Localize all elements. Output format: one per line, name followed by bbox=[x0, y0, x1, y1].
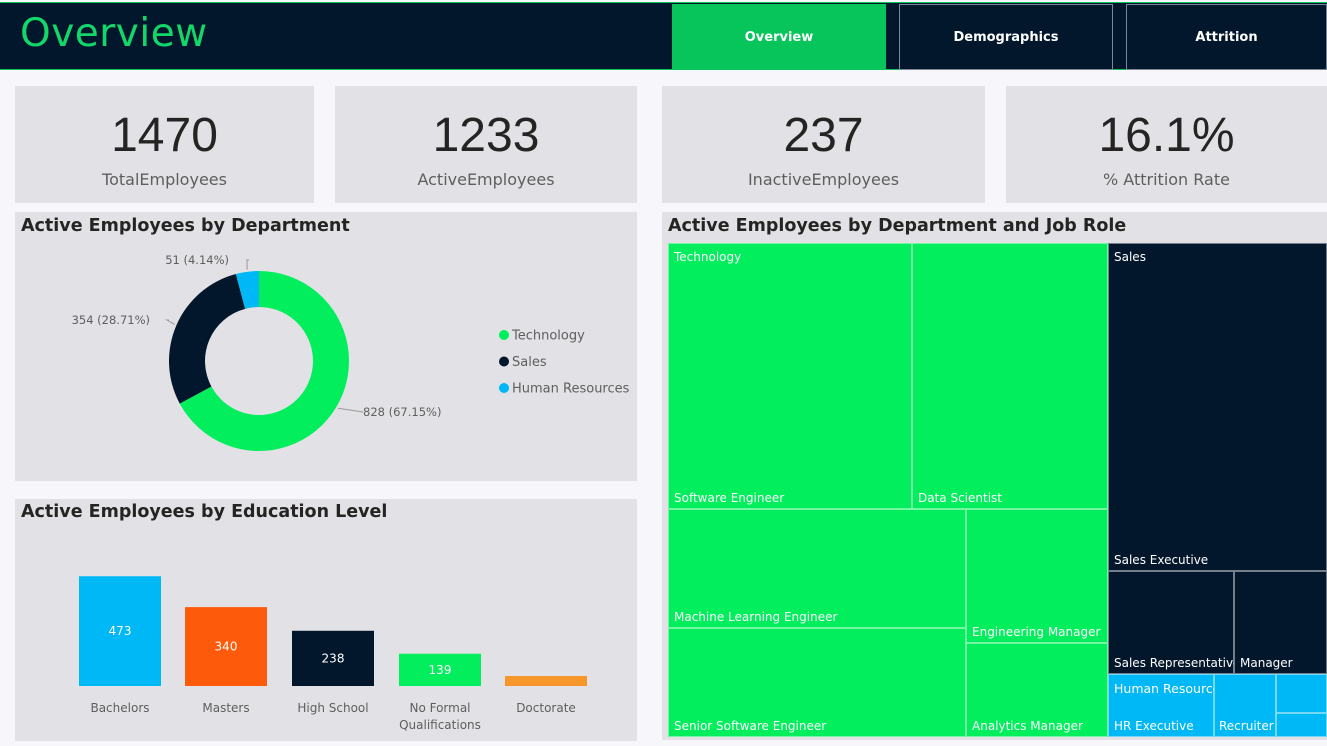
treemap-cell-machine-learning-engineer[interactable]: Machine Learning Engineer bbox=[668, 509, 966, 628]
legend-marker bbox=[499, 383, 509, 393]
page-title: Overview bbox=[20, 11, 208, 56]
legend-marker bbox=[499, 356, 509, 367]
treemap-role-label: Data Scientist bbox=[918, 491, 1002, 505]
education-bar-panel: Active Employees by Education Level 473 B… bbox=[15, 499, 637, 741]
donut-chart: 828 (67.15%) 354 (28.71%) 51 (4.14%) Techno… bbox=[72, 253, 630, 451]
kpi-value: 1233 bbox=[432, 109, 540, 162]
x-tick-label: Doctorate bbox=[516, 701, 576, 715]
treemap-role-label: Manager bbox=[1240, 656, 1293, 670]
treemap-group-label-technology: Technology bbox=[674, 250, 742, 264]
treemap-cell-hr-other-2[interactable] bbox=[1276, 713, 1327, 737]
legend-item-technology[interactable]: Technology bbox=[511, 329, 585, 344]
treemap-cell-hr-executive[interactable]: Human Resources HR Executive bbox=[1108, 674, 1227, 737]
department-donut-panel: Active Employees by Department 828 (67.1… bbox=[15, 212, 637, 481]
treemap-cell-analytics-manager[interactable]: Analytics Manager bbox=[966, 643, 1108, 737]
bar-chart: 473 Bachelors 340 Masters 238 High School 139 N… bbox=[79, 576, 587, 732]
kpi-label: InactiveEmployees bbox=[747, 170, 900, 189]
tab-overview[interactable]: Overview bbox=[672, 4, 886, 70]
x-tick-label: No Formal Qualifications bbox=[399, 701, 481, 732]
treemap-cell-sales-executive[interactable]: Sales Sales Executive bbox=[1108, 243, 1327, 571]
treemap-role-label: Sales Representative bbox=[1114, 656, 1241, 670]
donut-data-label: 828 (67.15%) bbox=[363, 405, 441, 419]
kpi-value: 237 bbox=[783, 109, 864, 162]
kpi-label: ActiveEmployees bbox=[417, 170, 555, 189]
treemap-chart: Technology Software Engineer Data Scient… bbox=[668, 243, 1327, 737]
kpi-card-inactive-employees: 237 InactiveEmployees bbox=[662, 86, 985, 203]
donut-data-label: 354 (28.71%) bbox=[72, 313, 150, 327]
tab-demographics[interactable]: Demographics bbox=[899, 4, 1113, 70]
donut-slice-sales[interactable] bbox=[168, 274, 246, 404]
legend-item-human-resources[interactable]: Human Resources bbox=[512, 382, 630, 397]
tab-attrition[interactable]: Attrition bbox=[1126, 4, 1327, 70]
treemap-role-label: HR Executive bbox=[1114, 719, 1194, 733]
bar-data-label: 340 bbox=[215, 640, 238, 654]
header-bar: Overview Overview Demographics Attrition bbox=[0, 2, 1327, 70]
kpi-card-attrition-rate: 16.1% % Attrition Rate bbox=[1006, 86, 1327, 203]
x-tick-label: Bachelors bbox=[90, 701, 149, 715]
donut-data-label: 51 (4.14%) bbox=[165, 253, 229, 267]
treemap-cell-hr-other-1[interactable] bbox=[1276, 674, 1327, 713]
bar-data-label: 473 bbox=[109, 624, 132, 638]
kpi-card-active-employees: 1233 ActiveEmployees bbox=[335, 86, 637, 203]
x-tick-label: Masters bbox=[202, 701, 249, 715]
treemap-group-label-human-resources: Human Resources bbox=[1114, 681, 1227, 696]
treemap-cell-senior-software-engineer[interactable]: Senior Software Engineer bbox=[668, 628, 966, 737]
x-tick-label: High School bbox=[297, 701, 368, 715]
treemap-cell-data-scientist[interactable]: Data Scientist bbox=[912, 243, 1108, 509]
treemap-group-label-sales: Sales bbox=[1114, 250, 1146, 264]
treemap-role-label: Recruiter bbox=[1219, 719, 1274, 733]
treemap-chart-title: Active Employees by Department and Job R… bbox=[668, 216, 1127, 236]
kpi-value: 16.1% bbox=[1098, 109, 1235, 162]
treemap-role-label: Senior Software Engineer bbox=[674, 719, 827, 733]
kpi-label: % Attrition Rate bbox=[1103, 170, 1230, 189]
bar-doctorate[interactable] bbox=[505, 676, 587, 686]
bar-data-label: 139 bbox=[429, 663, 452, 677]
treemap-cell-recruiter[interactable]: Recruiter bbox=[1214, 674, 1276, 737]
bar-data-label: 238 bbox=[322, 651, 345, 665]
legend-marker bbox=[499, 330, 509, 340]
kpi-card-total-employees: 1470 TotalEmployees bbox=[15, 86, 314, 203]
treemap-role-label: Analytics Manager bbox=[972, 719, 1083, 733]
treemap-cell-software-engineer[interactable]: Technology Software Engineer bbox=[668, 243, 912, 509]
treemap-cell-sales-representative[interactable]: Sales Representative bbox=[1108, 571, 1240, 674]
donut-leader-line bbox=[337, 407, 364, 413]
treemap-panel: Active Employees by Department and Job R… bbox=[662, 212, 1327, 740]
legend-item-sales[interactable]: Sales bbox=[512, 355, 547, 370]
treemap-cell-sales-manager[interactable]: Manager bbox=[1234, 571, 1327, 674]
treemap-role-label: Sales Executive bbox=[1114, 553, 1209, 567]
donut-leader-line bbox=[246, 259, 249, 270]
treemap-role-label: Machine Learning Engineer bbox=[674, 610, 838, 624]
kpi-label: TotalEmployees bbox=[102, 170, 227, 189]
treemap-cell-engineering-manager[interactable]: Engineering Manager bbox=[966, 509, 1108, 643]
kpi-value: 1470 bbox=[111, 109, 218, 162]
treemap-role-label: Engineering Manager bbox=[972, 625, 1101, 639]
donut-leader-line bbox=[165, 319, 175, 325]
treemap-role-label: Software Engineer bbox=[674, 491, 785, 505]
